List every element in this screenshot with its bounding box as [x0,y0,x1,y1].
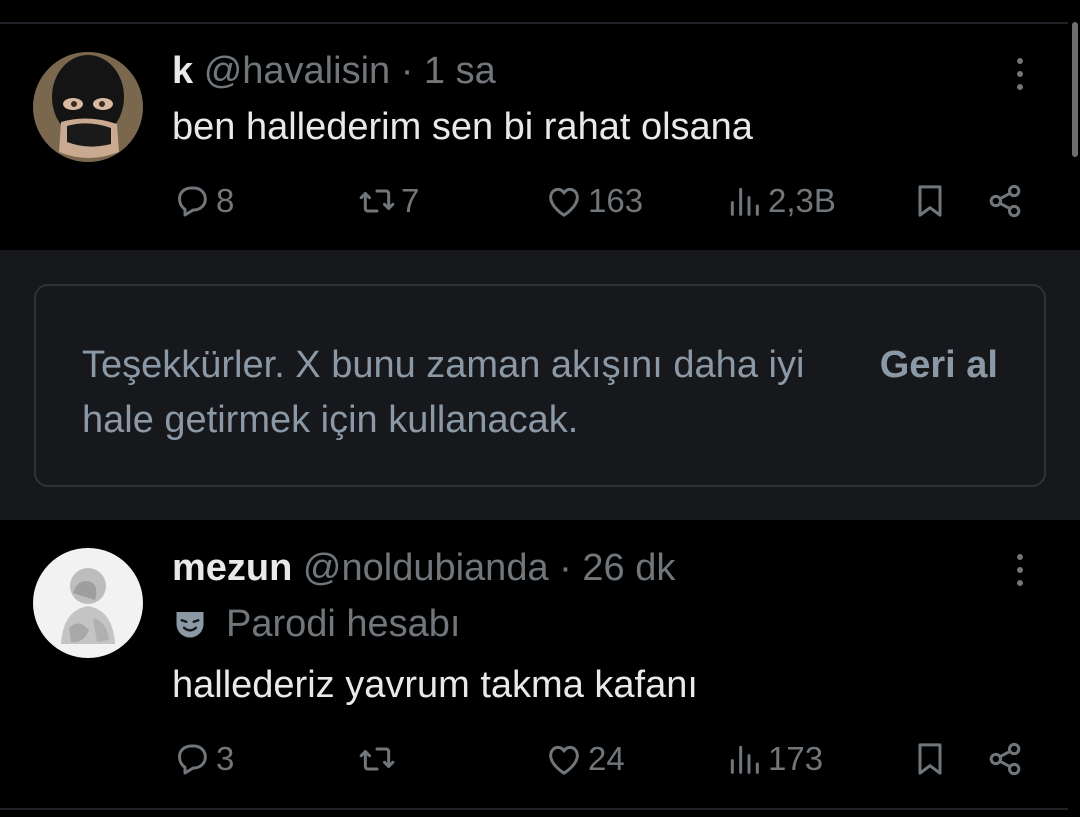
like-icon [549,187,579,217]
tweet-actions: 8 7 163 2,3B [172,176,1042,226]
retweet-button[interactable]: 7 [357,176,419,226]
separator-dot: · [559,547,572,589]
bookmark-icon [918,743,942,775]
view-count: 2,3B [768,182,836,219]
feedback-notice: Teşekkürler. X bunu zaman akışını daha i… [34,284,1046,487]
feedback-band: Teşekkürler. X bunu zaman akışını daha i… [0,250,1080,520]
undo-button[interactable]: Geri al [880,340,998,390]
scrollbar-thumb[interactable] [1072,22,1078,157]
bookmark-button[interactable] [910,734,950,784]
views-icon [730,187,759,216]
retweet-icon [359,747,395,771]
scrollbar[interactable] [1070,22,1080,162]
retweet-button[interactable] [357,734,401,784]
display-name[interactable]: k [172,50,193,92]
retweet-icon [359,189,395,213]
like-count: 163 [588,182,644,219]
timestamp[interactable]: 26 dk [582,547,675,589]
timestamp[interactable]: 1 sa [424,50,496,92]
views-button[interactable]: 2,3B [724,176,836,226]
more-icon[interactable] [1010,54,1030,94]
user-handle[interactable]: @havalisin [204,50,390,92]
like-count: 24 [588,740,625,777]
user-handle[interactable]: @noldubianda [303,547,549,589]
tweet-actions: 3 24 173 [172,734,1042,784]
bottom-divider [0,808,1068,810]
tweet-header: mezun @noldubianda · 26 dk [172,546,675,590]
share-button[interactable] [985,734,1025,784]
views-button[interactable]: 173 [724,734,823,784]
tweet[interactable]: k @havalisin · 1 sa ben hallederim sen b… [0,24,1068,249]
like-icon [549,745,579,775]
avatar[interactable] [33,548,143,658]
views-icon [730,745,759,774]
retweet-count: 7 [401,182,420,219]
reply-icon [178,186,207,217]
tweet-text: ben hallederim sen bi rahat olsana [172,106,753,148]
reply-icon [178,744,207,775]
reply-count: 3 [216,740,235,777]
parody-label: Parodi hesabı [226,603,461,645]
feedback-message: Teşekkürler. X bunu zaman akışını daha i… [82,344,805,441]
reply-button[interactable]: 3 [172,734,234,784]
bookmark-button[interactable] [910,176,950,226]
tweet-text: hallederiz yavrum takma kafanı [172,664,698,706]
like-button[interactable]: 24 [544,734,625,784]
like-button[interactable]: 163 [544,176,643,226]
avatar[interactable] [33,52,143,162]
parody-badge: Parodi hesabı [172,602,461,646]
bookmark-icon [918,185,942,217]
reply-count: 8 [216,182,235,219]
parody-mask-icon [176,612,204,638]
view-count: 173 [768,740,824,777]
reply-button[interactable]: 8 [172,176,234,226]
more-icon[interactable] [1010,550,1030,590]
tweet[interactable]: mezun @noldubianda · 26 dk Parodi hesabı… [0,522,1068,808]
display-name[interactable]: mezun [172,547,292,589]
share-button[interactable] [985,176,1025,226]
separator-dot: · [400,50,414,92]
share-icon [989,742,1021,776]
tweet-header: k @havalisin · 1 sa [172,49,496,93]
share-icon [989,184,1021,218]
